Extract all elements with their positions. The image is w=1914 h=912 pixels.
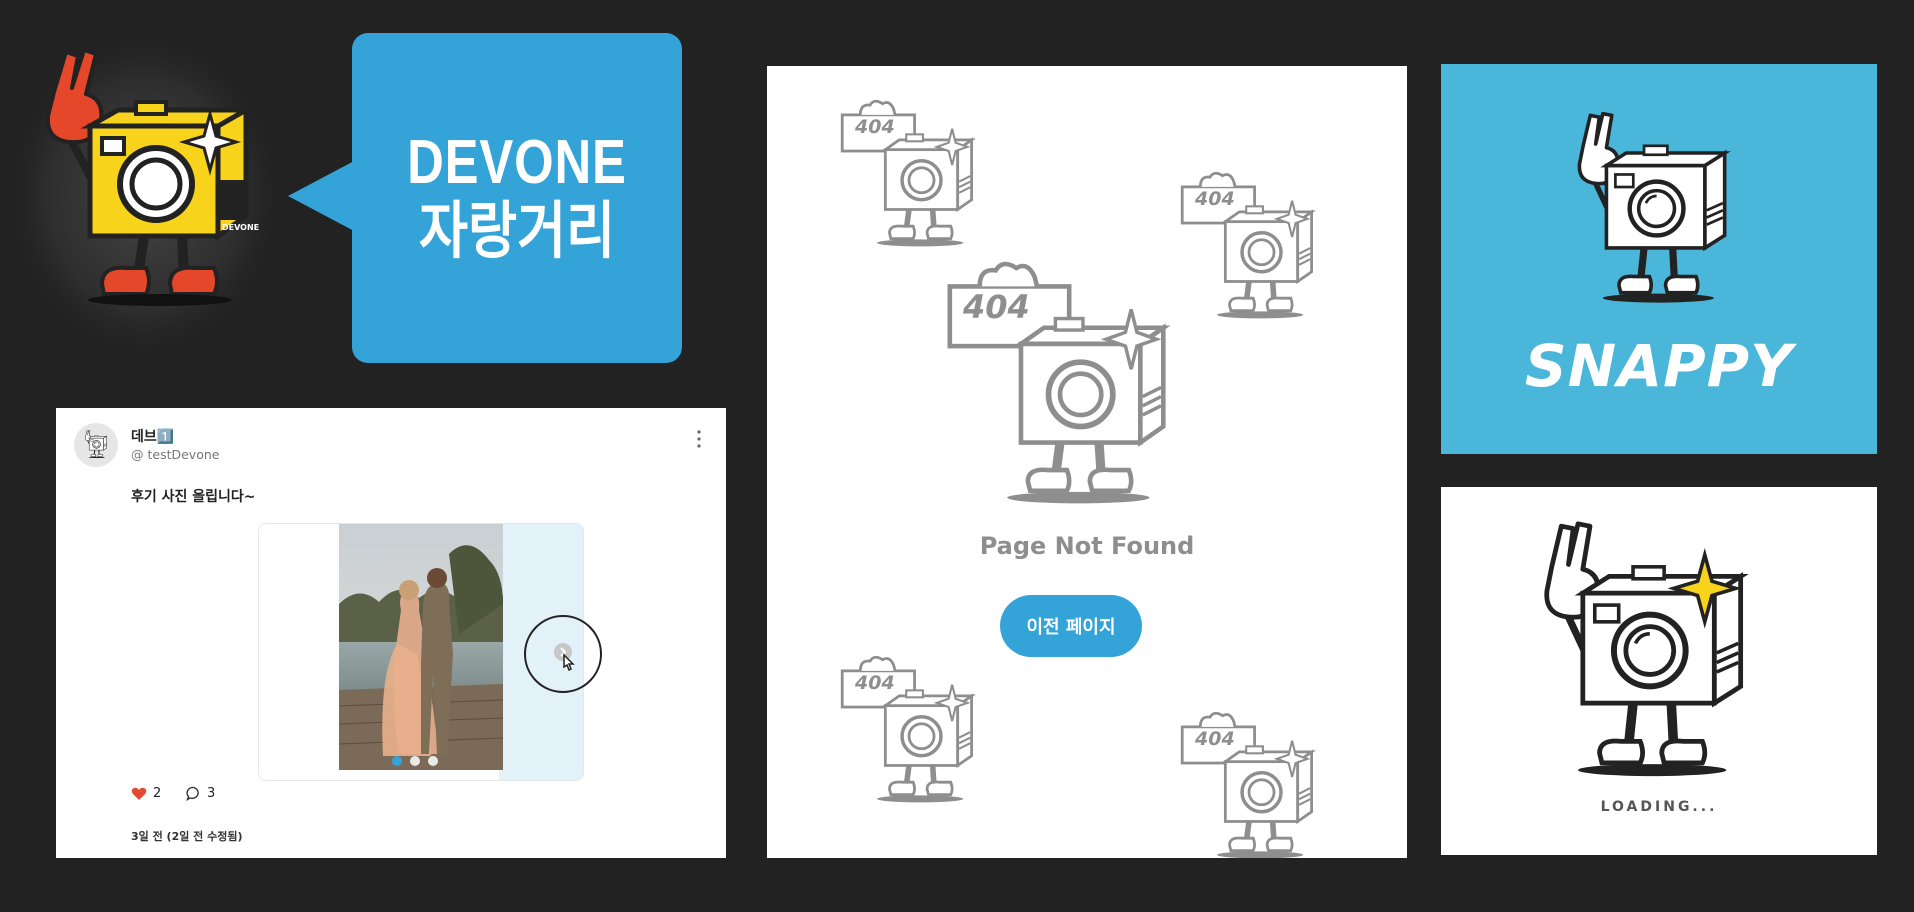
loading-mascot	[1525, 519, 1765, 798]
user-name[interactable]: 데브1️⃣	[131, 426, 174, 446]
snappy-mascot	[1563, 110, 1743, 320]
heart-icon	[131, 787, 147, 800]
sign-text: 404	[855, 116, 895, 138]
speech-bubble: DEVONE 자랑거리	[352, 33, 682, 363]
post-timestamp: 3일 전 (2일 전 수정됨)	[131, 830, 243, 843]
sign-text: 404	[1195, 188, 1235, 210]
comment-count: 3	[207, 786, 216, 801]
carousel-dot[interactable]	[428, 756, 438, 766]
snappy-panel: SNAPPY	[1441, 64, 1877, 454]
sign-text: 404	[855, 672, 895, 694]
carousel-dot[interactable]	[392, 756, 402, 766]
small-404-mascot: 404	[1179, 166, 1319, 330]
carousel-next-button[interactable]	[524, 615, 602, 693]
post-card: 데브1️⃣ @ testDevone 후기 사진 올립니다~ 2 3 3일 전 …	[56, 408, 726, 858]
like-button[interactable]: 2	[131, 786, 161, 801]
small-404-mascot: 404	[839, 94, 979, 258]
page-title: Page Not Found	[979, 532, 1195, 560]
speech-bubble-tail	[288, 160, 356, 232]
mascot-brand-label: DEVONE	[222, 223, 259, 232]
more-options-icon[interactable]	[696, 430, 702, 452]
bubble-brand: DEVONE	[407, 127, 627, 197]
comment-icon	[186, 786, 199, 801]
previous-page-button[interactable]: 이전 페이지	[1000, 595, 1142, 657]
carousel-dots	[392, 756, 438, 766]
avatar-mascot-icon	[81, 430, 111, 460]
main-404-mascot: 404	[945, 252, 1175, 520]
sign-text: 404	[1195, 728, 1235, 750]
carousel-photo	[339, 524, 503, 770]
bubble-title: 자랑거리	[418, 193, 616, 267]
post-text: 후기 사진 올립니다~	[131, 489, 256, 505]
user-handle: @ testDevone	[131, 447, 220, 462]
like-count: 2	[153, 786, 162, 801]
devone-mascot: DEVONE	[5, 30, 285, 360]
loading-text: LOADING...	[1600, 799, 1718, 815]
carousel-dot[interactable]	[410, 756, 420, 766]
snappy-title: SNAPPY	[1524, 332, 1794, 400]
avatar[interactable]	[74, 423, 118, 467]
small-404-mascot: 404	[1179, 706, 1319, 858]
small-404-mascot: 404	[839, 650, 979, 814]
comment-button[interactable]: 3	[186, 786, 215, 801]
loading-panel: LOADING...	[1441, 487, 1877, 855]
not-found-page: 404 404 404 Page Not Found 이전 페이지 404 40…	[767, 66, 1407, 858]
sign-text: 404	[963, 288, 1030, 326]
